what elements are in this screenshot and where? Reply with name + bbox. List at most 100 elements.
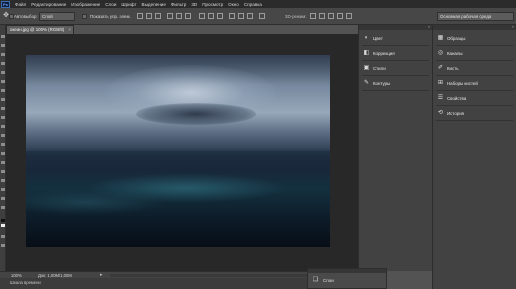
panel-properties-label: Свойства	[447, 96, 467, 101]
panel-dock-header[interactable]: »	[433, 24, 516, 30]
menu-3d[interactable]: 3D	[191, 2, 197, 7]
panel-color[interactable]: ◐ Цвет	[362, 31, 429, 46]
3d-roll-icon[interactable]	[319, 13, 325, 19]
background-color-swatch[interactable]	[1, 224, 5, 227]
distribute-middle-icon[interactable]	[208, 13, 214, 19]
panel-adjustments-label: Коррекция	[373, 51, 395, 56]
lasso-tool-icon[interactable]	[1, 53, 5, 56]
paths-icon: ✎	[363, 80, 370, 86]
canvas-area[interactable]	[6, 34, 358, 271]
timeline-tab[interactable]: Шкала времени	[10, 280, 41, 285]
distribute-left-icon[interactable]	[229, 13, 235, 19]
workspace-value: Основная рабочая среда	[440, 14, 492, 19]
collapse-icon[interactable]: »	[512, 24, 514, 29]
menu-file[interactable]: Файл	[15, 2, 26, 7]
blur-tool-icon[interactable]	[1, 143, 5, 146]
panel-channels[interactable]: ◎ Каналы	[436, 46, 513, 61]
adjustments-icon: ◧	[363, 50, 370, 56]
panel-brush-presets[interactable]: ⊞ Наборы кистей	[436, 76, 513, 91]
menu-layers[interactable]: Слои	[105, 2, 116, 7]
gradient-tool-icon[interactable]	[1, 134, 5, 137]
quick-select-tool-icon[interactable]	[1, 62, 5, 65]
3d-rotate-icon[interactable]	[310, 13, 316, 19]
3d-scale-icon[interactable]	[346, 13, 352, 19]
distribute-top-icon[interactable]	[199, 13, 205, 19]
type-tool-icon[interactable]	[1, 170, 5, 173]
crop-tool-icon[interactable]	[1, 71, 5, 74]
panel-dock-header[interactable]: »	[359, 24, 432, 30]
auto-align-icon[interactable]	[259, 13, 265, 19]
screen-mode-icon[interactable]	[1, 244, 5, 247]
document-image-stormy-ocean[interactable]	[26, 55, 330, 247]
align-left-icon[interactable]	[167, 13, 173, 19]
menu-select[interactable]: Выделение	[142, 2, 166, 7]
marquee-tool-icon[interactable]	[1, 44, 5, 47]
panel-layers[interactable]: ❏ Слои	[307, 268, 387, 289]
panel-layers-header[interactable]	[308, 269, 386, 273]
panel-paths[interactable]: ✎ Контуры	[362, 76, 429, 91]
path-select-tool-icon[interactable]	[1, 179, 5, 182]
3d-slide-icon[interactable]	[337, 13, 343, 19]
panel-brush-label: Кисть	[447, 66, 459, 71]
collapse-icon[interactable]: »	[428, 24, 430, 29]
options-bar: ✥ Автовыбор: Слой Показать упр. элем. 3D…	[0, 8, 516, 25]
color-wheel-icon: ◐	[364, 35, 369, 41]
autoselect-dropdown[interactable]: Слой	[39, 12, 75, 21]
autoselect-checkbox[interactable]	[9, 14, 14, 19]
align-top-icon[interactable]	[137, 13, 143, 19]
menu-edit[interactable]: Редактирование	[31, 2, 66, 7]
healing-tool-icon[interactable]	[1, 89, 5, 92]
image-storm-cloud	[136, 103, 256, 125]
eraser-tool-icon[interactable]	[1, 125, 5, 128]
foreground-color-swatch[interactable]	[1, 219, 5, 222]
align-right-icon[interactable]	[185, 13, 191, 19]
history-brush-tool-icon[interactable]	[1, 116, 5, 119]
document-tab-title: океан.jpg @ 100% (RGB/8)	[10, 27, 65, 32]
panel-styles[interactable]: ▣ Стили	[362, 61, 429, 76]
document-tab[interactable]: океан.jpg @ 100% (RGB/8) ×	[6, 25, 74, 34]
panel-channels-label: Каналы	[447, 51, 463, 56]
align-bottom-icon[interactable]	[155, 13, 161, 19]
pen-tool-icon[interactable]	[1, 161, 5, 164]
show-controls-checkbox[interactable]	[82, 14, 87, 19]
image-wave-highlight	[26, 190, 166, 215]
quick-mask-icon[interactable]	[1, 235, 5, 238]
channels-icon: ◎	[437, 50, 444, 56]
hand-tool-icon[interactable]	[1, 197, 5, 200]
menu-image[interactable]: Изображение	[71, 2, 100, 7]
panel-swatches[interactable]: ▦ Образцы	[436, 31, 513, 46]
menu-filter[interactable]: Фильтр	[171, 2, 186, 7]
panel-adjustments[interactable]: ◧ Коррекция	[362, 46, 429, 61]
menu-window[interactable]: Окно	[228, 2, 239, 7]
menu-view[interactable]: Просмотр	[202, 2, 223, 7]
mode-3d-label: 3D-режим:	[285, 14, 307, 19]
menu-help[interactable]: Справка	[244, 2, 262, 7]
close-icon[interactable]: ×	[68, 26, 71, 34]
align-middle-icon[interactable]	[146, 13, 152, 19]
properties-icon: ☰	[437, 95, 444, 101]
brush-icon: ✐	[437, 65, 444, 71]
align-center-icon[interactable]	[176, 13, 182, 19]
panel-properties[interactable]: ☰ Свойства	[436, 91, 513, 106]
distribute-center-icon[interactable]	[238, 13, 244, 19]
panel-brush[interactable]: ✐ Кисть	[436, 61, 513, 76]
workspace-dropdown[interactable]: Основная рабочая среда	[437, 12, 514, 21]
shape-tool-icon[interactable]	[1, 188, 5, 191]
move-tool-icon[interactable]	[1, 35, 5, 38]
menu-type[interactable]: Шрифт	[121, 2, 136, 7]
photoshop-logo-icon: Ps	[1, 0, 10, 8]
distribute-bottom-icon[interactable]	[217, 13, 223, 19]
clone-tool-icon[interactable]	[1, 107, 5, 110]
panel-dock-column-1: » ◐ Цвет ◧ Коррекция ▣ Стили ✎ Контуры	[358, 24, 432, 271]
brush-tool-icon[interactable]	[1, 98, 5, 101]
dodge-tool-icon[interactable]	[1, 152, 5, 155]
brush-presets-icon: ⊞	[437, 80, 444, 86]
distribute-right-icon[interactable]	[247, 13, 253, 19]
panel-history[interactable]: ⟲ История	[436, 106, 513, 121]
autoselect-label: Автовыбор:	[14, 14, 38, 19]
panel-swatches-label: Образцы	[447, 36, 466, 41]
image-horizon	[26, 151, 330, 153]
3d-drag-icon[interactable]	[328, 13, 334, 19]
eyedropper-tool-icon[interactable]	[1, 80, 5, 83]
zoom-tool-icon[interactable]	[1, 206, 5, 209]
